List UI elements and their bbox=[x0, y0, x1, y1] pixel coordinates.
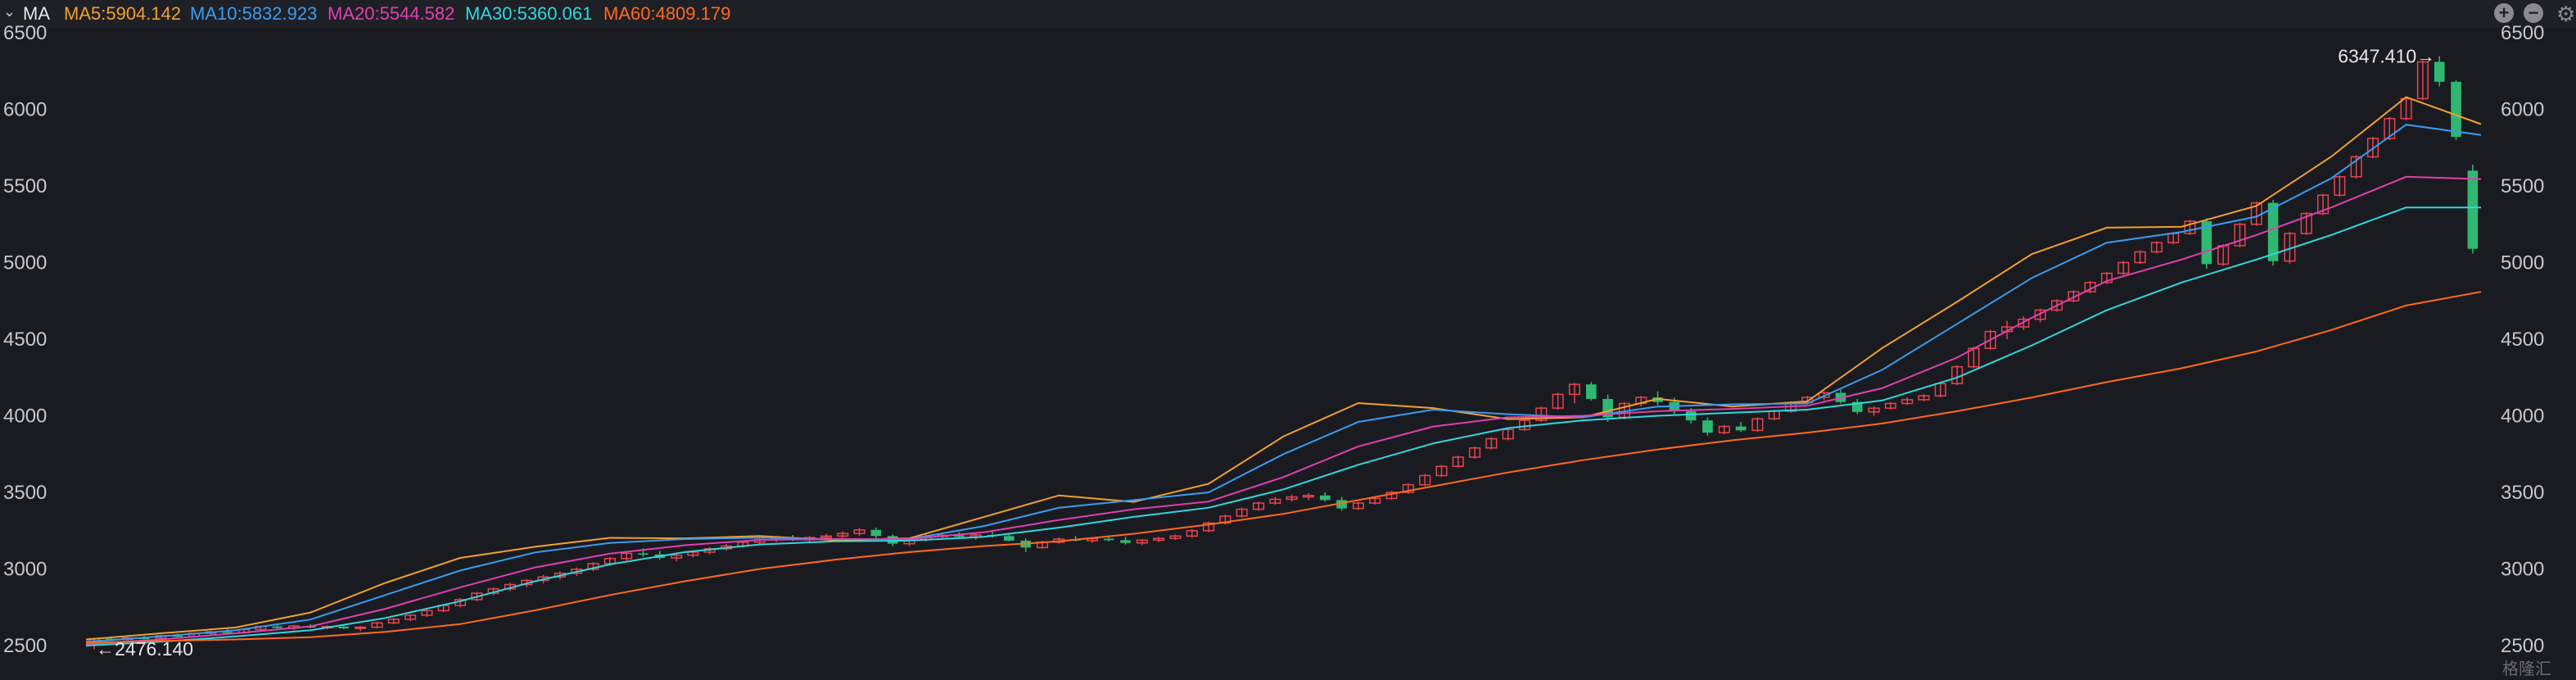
candle-body bbox=[2434, 61, 2445, 82]
candle-body bbox=[1685, 410, 1697, 421]
y-tick-right: 5500 bbox=[2501, 175, 2544, 197]
candle-body bbox=[272, 626, 282, 628]
low-annotation: ←2476.140 bbox=[96, 638, 193, 660]
y-tick-right: 4000 bbox=[2501, 406, 2544, 428]
candle-body bbox=[1103, 538, 1114, 541]
y-tick-right: 6000 bbox=[2501, 99, 2544, 121]
y-tick-left: 6500 bbox=[3, 22, 47, 44]
candle-body bbox=[1319, 495, 1331, 501]
candle-body bbox=[638, 553, 649, 555]
y-tick-left: 4500 bbox=[3, 329, 47, 351]
y-tick-right: 6500 bbox=[2501, 22, 2544, 44]
watermark-logo: 格隆汇 bbox=[2502, 660, 2551, 678]
y-tick-right: 4500 bbox=[2501, 329, 2544, 351]
chart-panel: ⌄ MA MA5:5904.142 MA10:5832.923 MA20:554… bbox=[0, 0, 2576, 680]
candle-body bbox=[355, 626, 367, 629]
y-tick-right: 3000 bbox=[2501, 559, 2544, 581]
y-tick-left: 3500 bbox=[3, 482, 47, 504]
y-tick-right: 5000 bbox=[2501, 252, 2544, 274]
candle-body bbox=[338, 626, 350, 629]
y-tick-right: 3500 bbox=[2501, 482, 2544, 504]
candle-body bbox=[2467, 170, 2479, 249]
candle-body bbox=[1735, 426, 1747, 431]
y-tick-left: 6000 bbox=[3, 99, 47, 121]
y-tick-left: 5500 bbox=[3, 175, 47, 197]
candle-body bbox=[1004, 536, 1015, 541]
ma-line-ma10 bbox=[85, 124, 2482, 643]
candlestick-chart: 6500 6000 5500 5000 4500 4000 3500 3000 2500 650… bbox=[3, 22, 2544, 660]
y-tick-left: 5000 bbox=[3, 252, 47, 274]
candle-body bbox=[1585, 384, 1597, 399]
ma-line-ma60 bbox=[85, 291, 2482, 644]
y-tick-right: 2500 bbox=[2501, 635, 2544, 657]
high-annotation: 6347.410→ bbox=[2338, 46, 2435, 67]
ma-line-ma5 bbox=[85, 96, 2482, 641]
candle-body bbox=[870, 529, 882, 537]
candle-body bbox=[1702, 420, 1713, 433]
candle-body bbox=[2451, 81, 2461, 138]
ma-line-ma20 bbox=[85, 175, 2482, 646]
candle-body bbox=[1120, 540, 1131, 543]
y-tick-left: 3000 bbox=[3, 559, 47, 581]
y-tick-left: 2500 bbox=[3, 635, 47, 657]
y-tick-left: 4000 bbox=[3, 406, 47, 428]
